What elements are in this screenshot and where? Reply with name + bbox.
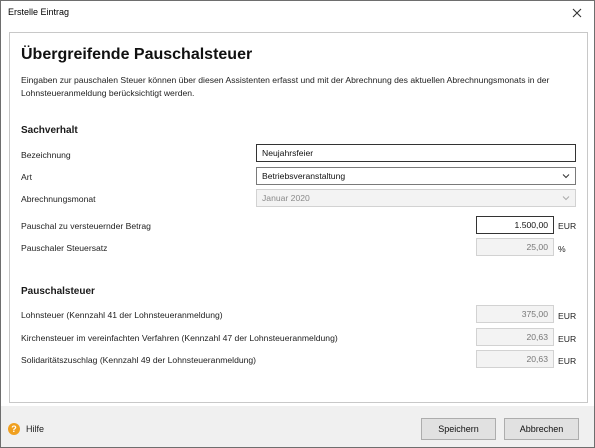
lohnsteuer-value: 375,00 (521, 309, 548, 319)
bezeichnung-value: Neujahrsfeier (262, 148, 314, 158)
abrechnungsmonat-label: Abrechnungsmonat (21, 194, 96, 204)
title-bar: Erstelle Eintrag (1, 1, 594, 25)
kirchensteuer-input: 20,63 (476, 328, 554, 346)
steuersatz-unit: % (558, 244, 566, 254)
steuersatz-input: 25,00 (476, 238, 554, 256)
soli-label: Solidaritätszuschlag (Kennzahl 49 der Lo… (21, 355, 257, 365)
help-label: Hilfe (26, 424, 45, 434)
kirchensteuer-label: Kirchensteuer im vereinfachten Verfahren… (21, 333, 338, 343)
chevron-down-icon (562, 193, 570, 203)
kirchensteuer-value: 20,63 (526, 332, 548, 342)
window-title: Erstelle Eintrag (8, 7, 70, 17)
betrag-label: Pauschal zu versteuernder Betrag (21, 221, 151, 231)
help-link[interactable]: ? Hilfe (8, 423, 44, 435)
chevron-down-icon (562, 171, 570, 181)
dialog-footer: ? Hilfe Speichern Abbrechen (1, 406, 594, 447)
soli-input: 20,63 (476, 350, 554, 368)
help-icon: ? (8, 423, 20, 435)
lohnsteuer-label: Lohnsteuer (Kennzahl 41 der Lohnsteueran… (21, 310, 223, 320)
soli-value: 20,63 (526, 354, 548, 364)
abrechnungsmonat-value: Januar 2020 (262, 193, 310, 203)
steuersatz-value: 25,00 (526, 242, 548, 252)
page-title: Übergreifende Pauschalsteuer (21, 46, 253, 63)
abrechnungsmonat-select: Januar 2020 (256, 189, 576, 207)
lohnsteuer-input: 375,00 (476, 305, 554, 323)
betrag-unit: EUR (558, 221, 577, 231)
lohnsteuer-unit: EUR (558, 311, 577, 321)
bezeichnung-label: Bezeichnung (21, 150, 71, 160)
bezeichnung-input[interactable]: Neujahrsfeier (256, 144, 576, 162)
art-label: Art (21, 172, 32, 182)
art-select[interactable]: Betriebsveranstaltung (256, 167, 576, 185)
content-panel: Übergreifende Pauschalsteuer Eingaben zu… (9, 32, 588, 403)
soli-unit: EUR (558, 356, 577, 366)
kirchensteuer-unit: EUR (558, 334, 577, 344)
steuersatz-label: Pauschaler Steuersatz (21, 243, 108, 253)
art-value: Betriebsveranstaltung (262, 171, 346, 181)
section-pauschalsteuer: Pauschalsteuer (21, 286, 95, 297)
betrag-value: 1.500,00 (514, 220, 548, 230)
dialog-window: Erstelle Eintrag Übergreifende Pauschals… (0, 0, 595, 448)
save-button[interactable]: Speichern (421, 418, 496, 440)
section-sachverhalt: Sachverhalt (21, 125, 78, 136)
page-description: Eingaben zur pauschalen Steuer können üb… (21, 75, 550, 98)
betrag-input[interactable]: 1.500,00 (476, 216, 554, 234)
cancel-button[interactable]: Abbrechen (504, 418, 579, 440)
close-icon[interactable] (560, 1, 594, 25)
